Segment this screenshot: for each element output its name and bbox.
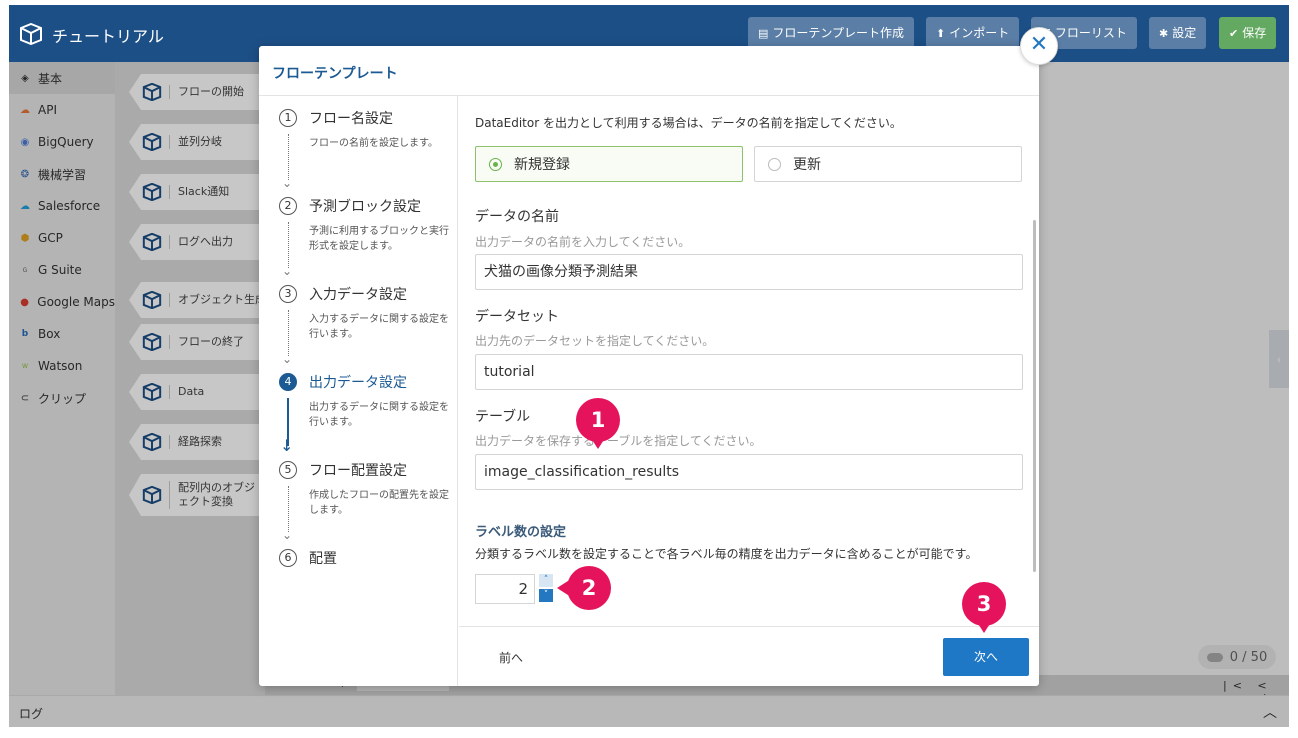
arrow-down-icon: ⌄ (282, 176, 293, 190)
step-connector (288, 310, 289, 356)
dataset-hint: 出力先のデータセットを指定してください。 (475, 334, 715, 348)
dataset-label: データセット (475, 309, 559, 325)
increment-button[interactable]: ˄ (539, 574, 553, 587)
data-name-hint: 出力データの名前を入力してください。 (475, 235, 691, 249)
step-connector (288, 134, 289, 180)
wizard-steps: 1 フロー名設定 ⌄ フローの名前を設定します。 2 予測ブロック設定 ⌄ 予測… (259, 96, 458, 686)
radio-checked-icon (489, 157, 502, 171)
close-icon[interactable]: ✕ (1020, 27, 1058, 65)
app-title: チュートリアル (52, 27, 164, 46)
data-name-input[interactable]: 犬猫の画像分類予測結果 (475, 254, 1023, 290)
radio-new-registration[interactable]: 新規登録 (475, 146, 743, 182)
import-button[interactable]: ⬆ インポート (926, 17, 1020, 49)
table-hint: 出力データを保存するテーブルを指定してください。 (475, 434, 762, 448)
data-name-label: データの名前 (475, 209, 559, 225)
table-label: テーブル (475, 409, 531, 425)
arrow-down-icon: ⌄ (282, 264, 293, 278)
label-count-section-desc: 分類するラベル数を設定することで各ラベル毎の精度を出力データに含めることが可能で… (475, 547, 978, 561)
callout-badge-3: 3 (962, 582, 1006, 633)
step-connector (288, 486, 289, 532)
label-count-input[interactable]: 2 (475, 574, 535, 604)
callout-badge-2: 2 (557, 566, 611, 610)
callout-badge-1: 1 (576, 398, 620, 449)
dialog-footer: 前へ 次へ (459, 626, 1039, 686)
label-count-section-title: ラベル数の設定 (475, 525, 567, 540)
output-data-form: DataEditor を出力として利用する場合は、データの名前を指定してください… (459, 96, 1039, 626)
dataset-input[interactable]: tutorial (475, 354, 1023, 390)
create-template-button[interactable]: ▤ フローテンプレート作成 (748, 17, 915, 49)
step-connector (288, 222, 289, 268)
arrow-down-icon: ⌄ (282, 352, 293, 366)
prev-button[interactable]: 前へ (499, 649, 523, 666)
next-button[interactable]: 次へ (943, 638, 1029, 676)
form-scrollbar[interactable] (1033, 220, 1036, 572)
radio-update[interactable]: 更新 (754, 146, 1022, 182)
table-input[interactable]: image_classification_results (475, 454, 1023, 490)
form-intro: DataEditor を出力として利用する場合は、データの名前を指定してください… (475, 116, 902, 130)
decrement-button[interactable]: ˅ (539, 589, 553, 602)
check-icon: ✔ (1229, 27, 1239, 40)
arrow-down-icon: ↓ (280, 436, 294, 455)
settings-button[interactable]: ✱ 設定 (1149, 17, 1207, 49)
dialog-title: フローテンプレート (272, 66, 398, 82)
app-logo-icon (20, 23, 42, 45)
radio-unchecked-icon (768, 157, 781, 171)
gear-icon: ✱ (1159, 27, 1169, 40)
flow-template-dialog: フローテンプレート 1 フロー名設定 ⌄ フローの名前を設定します。 2 予測ブ… (259, 46, 1039, 686)
arrow-down-icon: ⌄ (282, 528, 293, 542)
save-button[interactable]: ✔ 保存 (1219, 17, 1277, 49)
